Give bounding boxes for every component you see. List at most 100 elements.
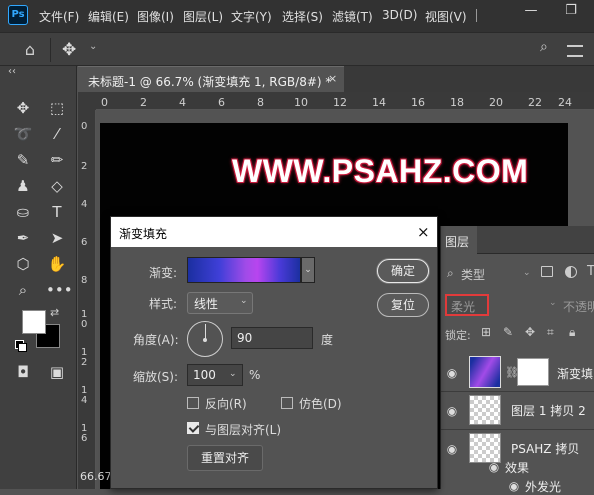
default-colors-icon[interactable] [15,340,27,352]
reverse-checkbox[interactable] [187,397,199,409]
angle-dial[interactable] [187,321,223,357]
menu-3d[interactable]: 3D(D) [382,8,417,22]
screen-mode-icon[interactable]: ▣ [46,361,68,383]
chevron-down-icon[interactable]: ⌄ [229,369,237,379]
angle-unit: 度 [321,333,334,347]
chevron-down-icon[interactable]: ⌄ [549,298,557,308]
layer-row-gradient-fill[interactable]: ◉ ⛓ 渐变填 [441,354,594,392]
menu-image[interactable]: 图像(I) [137,8,174,25]
lock-artboard-icon[interactable]: ⌗ [547,325,554,340]
ruler-label: 1 6 [81,423,88,444]
search-icon[interactable]: ⌕ [540,39,548,55]
stamp-icon[interactable]: ♟ [12,175,34,197]
blend-mode-select[interactable]: 柔光 [445,294,489,316]
ruler-label: 22 [528,96,542,109]
menu-file[interactable]: 文件(F) [39,8,79,25]
eye-icon[interactable]: ◉ [445,442,459,456]
reset-button[interactable]: 复位 [377,293,429,317]
zoom-icon[interactable]: ⌕ [12,279,34,301]
lock-label: 锁定: [445,329,471,342]
eye-icon[interactable]: ◉ [507,479,521,493]
reset-align-button[interactable]: 重置对齐 [187,445,263,471]
ruler-label: 24 [558,96,572,109]
close-tab-icon[interactable]: × [328,72,337,85]
pixel-filter-icon[interactable] [541,266,553,277]
style-label: 样式: [149,297,178,311]
vertical-ruler[interactable]: 0 2 4 6 8 1 0 1 2 1 4 1 6 [78,110,96,489]
dither-checkbox[interactable] [281,397,293,409]
chevron-down-icon[interactable]: ⌄ [89,41,97,52]
lock-transparent-icon[interactable]: ⊞ [481,325,491,339]
foreground-color-swatch[interactable] [22,310,46,334]
marquee-icon[interactable]: ⬚ [46,97,68,119]
close-icon[interactable]: × [417,223,430,241]
options-bar: ⌂ ✥ ⌄ ⌕ [0,32,594,66]
eye-icon[interactable]: ◉ [445,366,459,380]
paint-bucket-icon[interactable]: ⛀ [12,201,34,223]
menu-view[interactable]: 视图(V) [425,8,467,25]
collapse-panel-icon[interactable]: ‹‹ [8,66,16,77]
chevron-down-icon[interactable]: ⌄ [301,257,315,283]
restore-button[interactable]: ❐ [560,0,582,22]
move-tool-icon[interactable]: ✥ [62,39,82,61]
scale-unit: % [249,368,261,382]
document-tab[interactable]: 未标题-1 @ 66.7% (渐变填充 1, RGB/8#) * [78,66,344,92]
menu-filter[interactable]: 滤镜(T) [332,8,373,25]
filter-kind-select[interactable]: 类型 [461,266,485,283]
style-select[interactable]: 线性 ⌄ [187,292,253,314]
angle-label: 角度(A): [133,333,179,347]
brush-icon[interactable]: ✏ [46,149,68,171]
path-select-icon[interactable]: ➤ [46,227,68,249]
shape-icon[interactable]: ⬡ [12,253,34,275]
search-icon[interactable]: ⌕ [447,266,454,281]
layer-name: 图层 1 拷贝 2 [511,404,586,418]
chevron-down-icon: ⌄ [240,296,248,306]
tab-layers[interactable]: 图层 [441,226,477,254]
chevron-down-icon[interactable]: ⌄ [523,268,531,278]
eye-icon[interactable]: ◉ [445,404,459,418]
lock-all-icon[interactable]: 🔒︎ [569,325,575,340]
ruler-label: 0 [81,121,88,132]
ruler-label: 1 2 [81,347,88,368]
menu-type[interactable]: 文字(Y) [231,8,272,25]
pen-icon[interactable]: ✒ [12,227,34,249]
minimize-button[interactable]: — [520,0,542,22]
effects-label: 效果 [505,461,530,475]
menu-edit[interactable]: 编辑(E) [88,8,129,25]
lasso-icon[interactable]: ➰ [12,123,34,145]
effect-item-label: 外发光 [525,480,562,494]
layers-panel: 图层 ⌕ 类型 ⌄ T 柔光 ⌄ 不透明 锁定: ⊞ ✎ ✥ ⌗ 🔒︎ ◉ ⛓ … [440,226,594,494]
ok-button[interactable]: 确定 [377,259,429,283]
move-icon[interactable]: ✥ [12,97,34,119]
home-icon[interactable]: ⌂ [20,40,40,60]
eye-icon[interactable]: ◉ [487,460,501,474]
eraser-icon[interactable]: ◇ [46,175,68,197]
hand-icon[interactable]: ✋ [46,253,68,275]
quick-mask-icon[interactable]: ◘ [12,361,34,383]
ruler-label: 10 [294,96,308,109]
align-with-layer-checkbox[interactable] [187,422,199,434]
angle-input[interactable]: 90 [231,327,313,349]
more-tools-icon[interactable]: ••• [46,279,73,301]
lock-paint-icon[interactable]: ✎ [503,325,513,339]
menu-layer[interactable]: 图层(L) [183,8,223,25]
magic-wand-icon[interactable]: ⁄ [46,123,68,145]
type-filter-icon[interactable]: T [587,264,594,279]
layer-row-copy-2[interactable]: ◉ 图层 1 拷贝 2 [441,392,594,430]
opacity-label: 不透明 [563,300,594,314]
type-tool-icon[interactable]: T [46,201,68,223]
zoom-readout[interactable]: 66.67 [80,470,112,483]
swap-colors-icon[interactable]: ⇄ [50,306,59,319]
gradient-picker[interactable] [187,257,301,283]
adjustment-filter-icon[interactable] [565,266,577,278]
ruler-label: 0 [101,96,108,109]
menu-select[interactable]: 选择(S) [282,8,323,25]
workspace-icon[interactable] [567,45,583,57]
horizontal-ruler[interactable]: 0 2 4 6 8 10 12 14 16 18 20 22 24 [96,92,594,110]
layer-filter-row: ⌕ 类型 ⌄ T [441,262,594,284]
layer-mask-thumbnail[interactable] [517,358,549,386]
eyedropper-icon[interactable]: ✎ [12,149,34,171]
align-with-layer-label: 与图层对齐(L) [205,423,282,437]
lock-move-icon[interactable]: ✥ [525,325,535,339]
dialog-title: 渐变填充 [119,227,168,241]
